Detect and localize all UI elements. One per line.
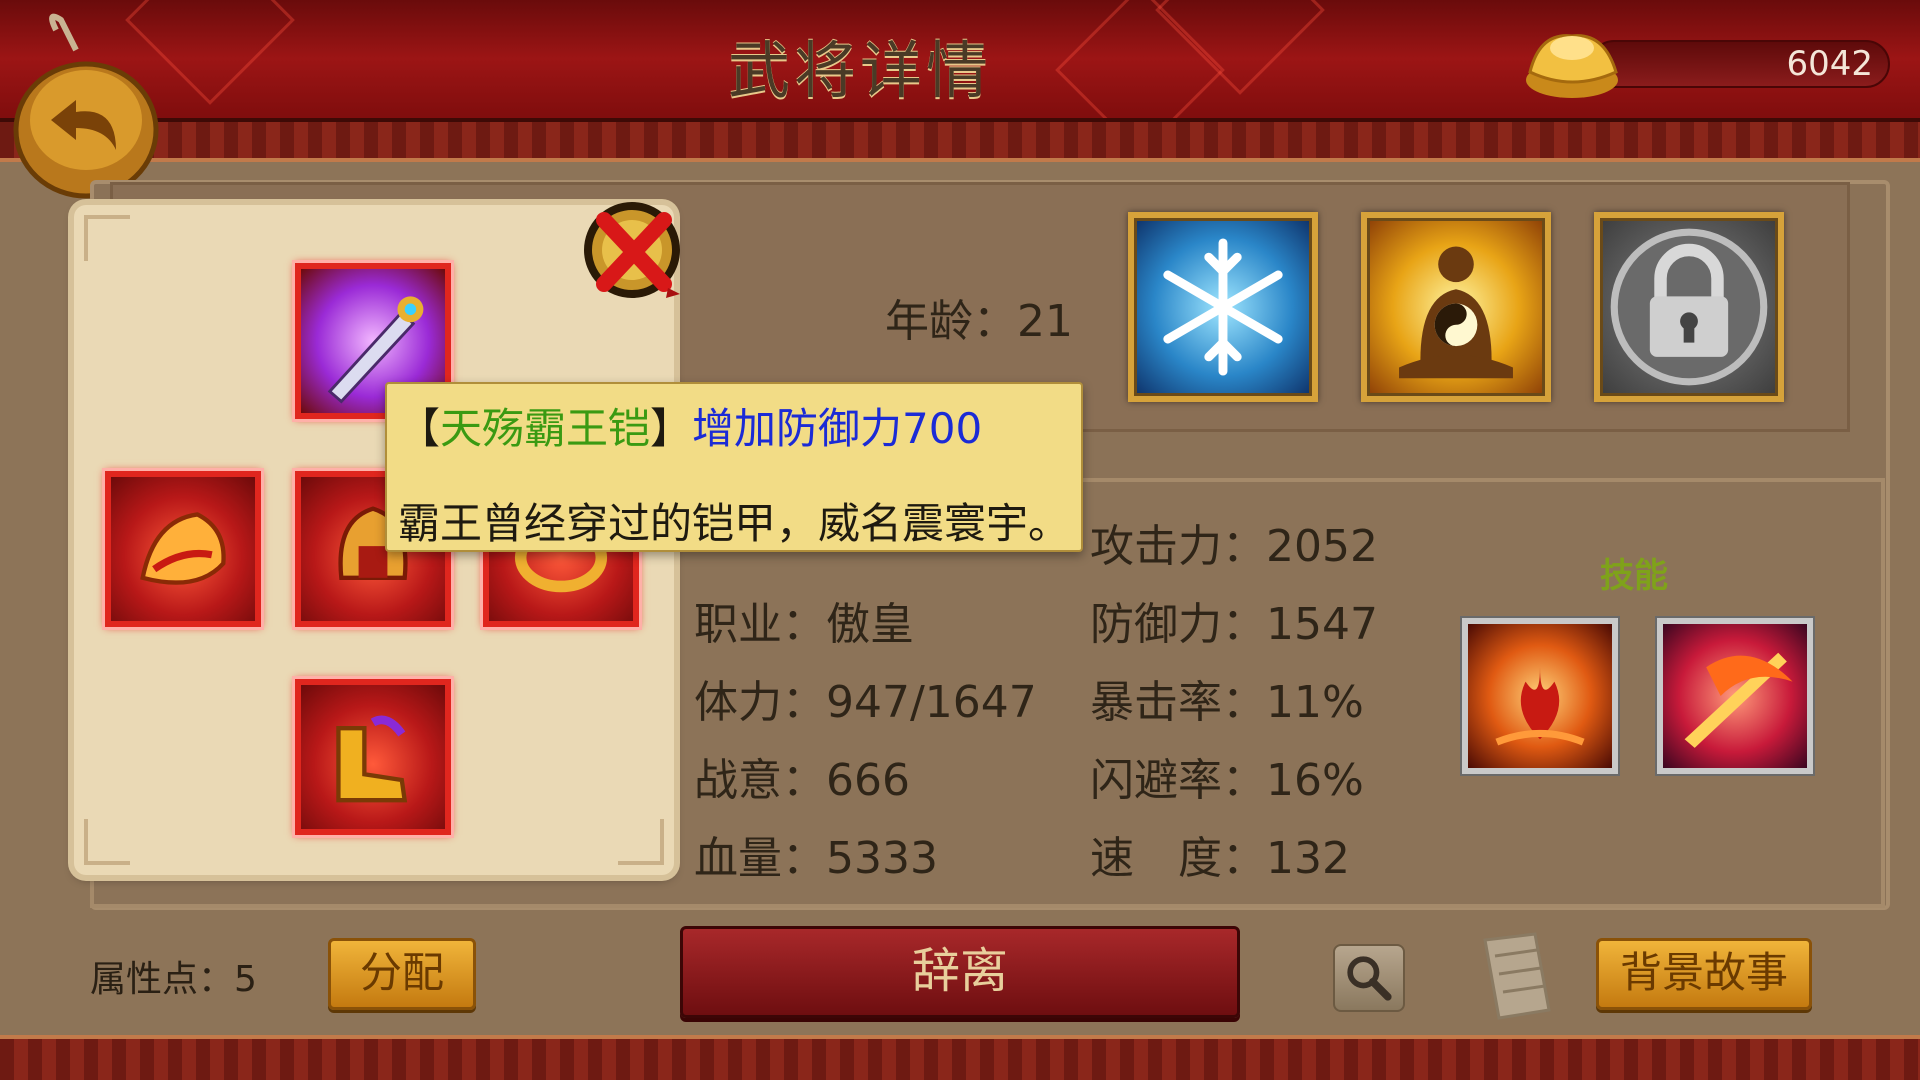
- snowflake-skill-icon: [1163, 238, 1283, 376]
- equip-slot-boots[interactable]: [292, 676, 454, 838]
- stat-label: 体力: [694, 677, 782, 728]
- stat-label: 闪避率: [1090, 755, 1222, 806]
- panel-corner: [84, 215, 130, 261]
- skill-slot-locked[interactable]: [1594, 212, 1784, 402]
- stat-value: 132: [1266, 833, 1350, 884]
- stat-dodge-rate: 闪避率：16%: [1090, 755, 1364, 806]
- stat-label: 速 度: [1090, 833, 1222, 884]
- panel-corner: [84, 819, 130, 865]
- inspect-button[interactable]: [1333, 944, 1405, 1012]
- meditation-skill-icon: [1399, 246, 1513, 379]
- golden-boots-icon: [336, 715, 408, 803]
- fire-lotus-skill-icon: [1495, 667, 1585, 746]
- scroll-icon: [1483, 932, 1551, 1020]
- flame-blade-skill-icon: [1684, 652, 1793, 748]
- stat-label: 战意: [694, 755, 782, 806]
- tooltip-item-name: 天殇霸王铠: [440, 404, 651, 453]
- red-armor-icon: [140, 512, 226, 585]
- back-button[interactable]: [6, 10, 166, 200]
- skill-slot-1[interactable]: [1128, 212, 1318, 402]
- skill-slot-2[interactable]: [1361, 212, 1551, 402]
- gold-ingot-icon: [1526, 34, 1618, 98]
- stat-attack: 攻击力：2052: [1090, 521, 1378, 572]
- stat-value: 947/1647: [826, 677, 1037, 728]
- stat-value: 666: [826, 755, 910, 806]
- stat-stamina: 体力：947/1647: [694, 677, 1037, 728]
- age-label: 年龄: [885, 296, 973, 347]
- stat-value: 2052: [1266, 521, 1378, 572]
- attribute-points: 属性点：5: [90, 959, 257, 1000]
- allocate-button[interactable]: 分配: [328, 938, 476, 1010]
- age-value: 21: [1017, 296, 1073, 347]
- stat-profession: 职业：傲皇: [694, 599, 914, 650]
- lock-icon: [1610, 228, 1768, 386]
- header-trim: [0, 118, 1920, 162]
- tooltip-bracket: 】: [650, 404, 693, 453]
- tooltip-effect: 增加防御力700: [692, 404, 983, 453]
- stat-label: 血量: [694, 833, 782, 884]
- tooltip-title: 【天殇霸王铠】增加防御力700: [398, 395, 982, 456]
- panel-corner: [618, 819, 664, 865]
- stat-value: 16%: [1266, 755, 1364, 806]
- equip-slot-armor[interactable]: [102, 468, 264, 630]
- stat-label: 职业: [694, 599, 782, 650]
- background-story-button[interactable]: 背景故事: [1596, 938, 1812, 1010]
- page-title: 武将详情: [727, 34, 992, 107]
- stat-fighting-spirit: 战意：666: [694, 755, 910, 806]
- stat-value: 1547: [1266, 599, 1378, 650]
- tooltip-description: 霸王曾经穿过的铠甲，威名震寰宇。: [398, 499, 1071, 548]
- stat-hp: 血量：5333: [694, 833, 938, 884]
- stat-value: 傲皇: [826, 599, 914, 650]
- close-icon[interactable]: [580, 198, 690, 308]
- dismiss-button[interactable]: 辞离: [680, 926, 1240, 1018]
- stat-label: 暴击率: [1090, 677, 1222, 728]
- tooltip-bracket: 【: [398, 404, 441, 453]
- skill-flame-blade[interactable]: [1657, 618, 1813, 774]
- stat-value: 5333: [826, 833, 938, 884]
- skills-label: 技能: [1600, 556, 1668, 596]
- stat-value: 11%: [1266, 677, 1364, 728]
- stat-crit-rate: 暴击率：11%: [1090, 677, 1364, 728]
- stat-speed: 速 度：132: [1090, 833, 1350, 884]
- bottom-trim: [0, 1035, 1920, 1080]
- skill-fire-lotus[interactable]: [1462, 618, 1618, 774]
- stat-label: 攻击力: [1090, 521, 1222, 572]
- search-icon: [1347, 956, 1392, 1001]
- age-stat: 年龄：21: [885, 296, 1073, 347]
- stat-label: 防御力: [1090, 599, 1222, 650]
- stat-defense: 防御力：1547: [1090, 599, 1378, 650]
- gold-amount: 6042: [1786, 44, 1873, 84]
